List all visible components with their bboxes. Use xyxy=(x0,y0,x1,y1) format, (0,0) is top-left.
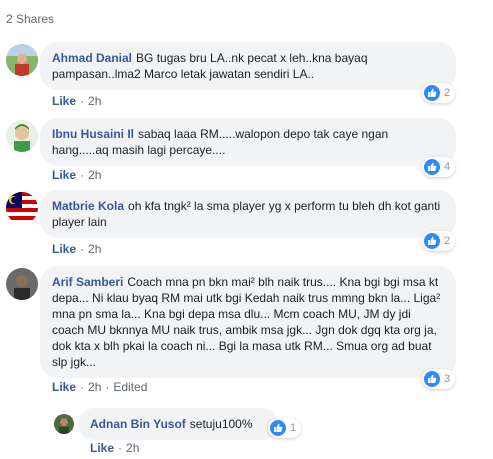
separator-dot: · xyxy=(80,380,85,394)
edited-label[interactable]: Edited xyxy=(113,380,147,394)
like-link[interactable]: Like xyxy=(52,380,76,394)
comment-bubble: Ahmad Danial BG tugas bru LA..nk pecat x … xyxy=(40,42,456,90)
like-link[interactable]: Like xyxy=(52,242,76,256)
like-link[interactable]: Like xyxy=(90,441,114,455)
separator-dot: · xyxy=(80,94,85,108)
comment-actions: Like · 2h xyxy=(52,168,101,182)
reply-text: setuju100% xyxy=(189,417,253,431)
reply-bubble: Adnan Bin Yusof setuju100% xyxy=(78,408,278,440)
reaction-count[interactable]: 2 xyxy=(422,231,456,251)
reaction-count[interactable]: 3 xyxy=(422,369,456,389)
timestamp[interactable]: 2h xyxy=(88,380,101,394)
avatar[interactable] xyxy=(6,44,38,76)
reaction-count[interactable]: 1 xyxy=(268,418,302,438)
timestamp[interactable]: 2h xyxy=(88,94,101,108)
thumbs-up-icon xyxy=(270,420,286,436)
comment-actions: Like · 2h xyxy=(52,94,101,108)
reaction-number: 2 xyxy=(444,87,451,99)
timestamp[interactable]: 2h xyxy=(126,441,139,455)
reply-actions: Like · 2h xyxy=(90,441,139,455)
comment-author[interactable]: Arif Samberi xyxy=(52,275,123,289)
thumbs-up-icon xyxy=(424,371,440,387)
comment-author[interactable]: Ibnu Husaini Il xyxy=(52,127,134,141)
thumbs-up-icon xyxy=(424,233,440,249)
separator-dot: · xyxy=(80,242,85,256)
comment-actions: Like · 2h · Edited xyxy=(52,380,147,394)
timestamp[interactable]: 2h xyxy=(88,242,101,256)
avatar[interactable] xyxy=(6,192,38,224)
separator-dot: · xyxy=(118,441,123,455)
reaction-number: 4 xyxy=(444,161,451,173)
comment-bubble: Matbrie Kola oh kfa tngk² la sma player y… xyxy=(40,190,456,238)
comment-bubble: Ibnu Husaini Il sabaq laaa RM.....walopon… xyxy=(40,118,456,166)
reaction-number: 2 xyxy=(444,235,451,247)
like-link[interactable]: Like xyxy=(52,94,76,108)
reaction-number: 3 xyxy=(444,373,451,385)
comment-actions: Like · 2h xyxy=(52,242,101,256)
thumbs-up-icon xyxy=(424,85,440,101)
reply-author[interactable]: Adnan Bin Yusof xyxy=(90,417,186,431)
avatar[interactable] xyxy=(54,414,74,434)
reaction-count[interactable]: 4 xyxy=(422,157,456,177)
comment-text: Coach mna pn bkn mai² blh naik trus.... … xyxy=(52,275,441,369)
reaction-count[interactable]: 2 xyxy=(422,83,456,103)
comment-bubble: Arif Samberi Coach mna pn bkn mai² blh na… xyxy=(40,266,456,378)
avatar[interactable] xyxy=(6,120,38,152)
separator-dot: · xyxy=(105,380,110,394)
avatar[interactable] xyxy=(6,268,38,300)
separator-dot: · xyxy=(80,168,85,182)
thumbs-up-icon xyxy=(424,159,440,175)
like-link[interactable]: Like xyxy=(52,168,76,182)
comment-author[interactable]: Ahmad Danial xyxy=(52,51,132,65)
timestamp[interactable]: 2h xyxy=(88,168,101,182)
reaction-number: 1 xyxy=(290,422,297,434)
shares-count[interactable]: 2 Shares xyxy=(6,12,54,26)
comment-author[interactable]: Matbrie Kola xyxy=(52,199,124,213)
